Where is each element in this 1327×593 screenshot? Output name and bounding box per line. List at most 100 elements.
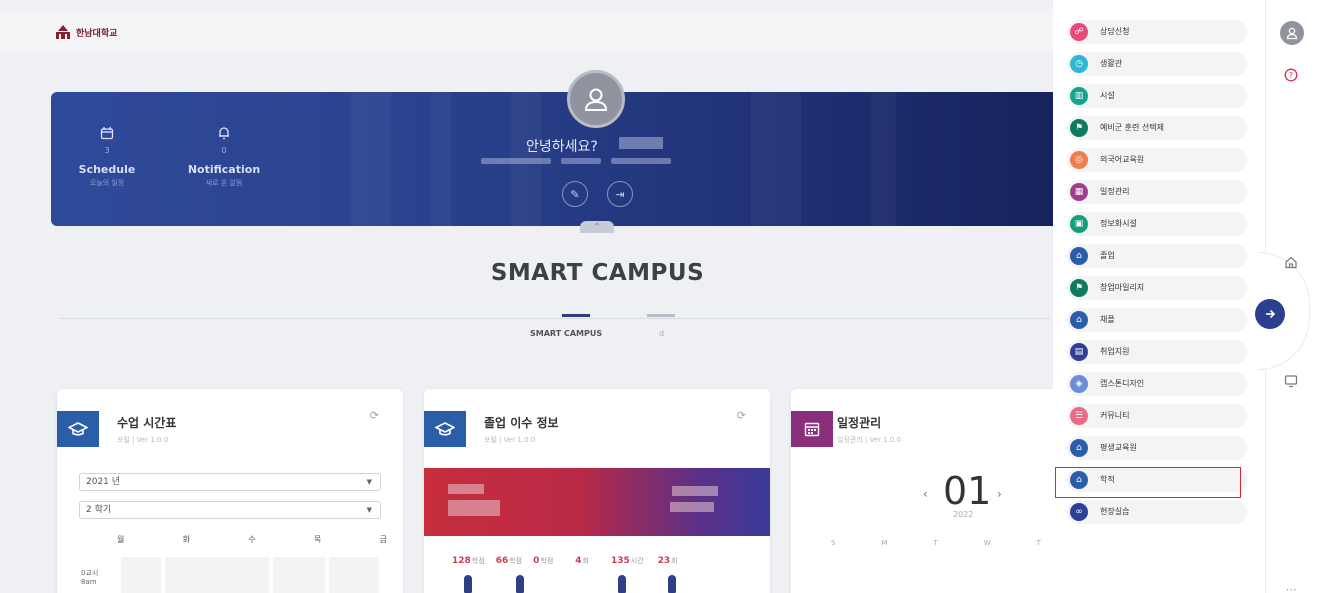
menu-item[interactable]: ⚑ 창업마일리지	[1067, 276, 1247, 300]
schedule-widget[interactable]: 3 Schedule 오늘의 일정	[77, 126, 137, 188]
weekday-label: M	[881, 539, 888, 547]
menu-item-label: 예비군 훈련 선택제	[1100, 123, 1164, 132]
building-icon: ▥	[1070, 87, 1088, 105]
tab-indicator	[647, 314, 675, 317]
logout-button[interactable]: ⇥	[607, 181, 633, 207]
menu-item[interactable]: ◎ 외국어교육원	[1067, 148, 1247, 172]
progress-pill	[464, 575, 472, 593]
progress-pill	[618, 575, 626, 593]
menu-item[interactable]: ☰ 커뮤니티	[1067, 404, 1247, 428]
notification-widget[interactable]: 0 Notification 새로 온 알림	[186, 126, 262, 188]
pencil-icon: ✎	[570, 187, 580, 201]
refresh-icon[interactable]: ⟳	[370, 409, 379, 422]
help-icon[interactable]: ?	[1280, 64, 1302, 86]
redacted-text	[448, 484, 484, 494]
stat-value: 23회	[657, 556, 678, 566]
timetable-cell[interactable]	[273, 557, 325, 593]
menu-item[interactable]: ◈ 캡스톤디자인	[1067, 372, 1247, 396]
more-icon[interactable]: ⋯	[1280, 578, 1302, 593]
term-select-value: 2 학기	[86, 505, 112, 515]
weekday-label: T	[1036, 539, 1041, 547]
period-label: 0교시 8am	[81, 569, 98, 587]
menu-item[interactable]: ⌂ 평생교육원	[1067, 436, 1247, 460]
arrow-right-icon[interactable]	[1255, 299, 1285, 329]
calendar-day: 01	[943, 469, 992, 513]
monitor-icon[interactable]	[1280, 370, 1302, 392]
stat-value: 66학점	[495, 556, 523, 566]
timetable-version: 포털 | Ver 1.0.0	[117, 436, 169, 444]
menu-item-label: 정보화시설	[1100, 219, 1137, 228]
menu-item-label: 일정관리	[1100, 187, 1130, 196]
progress-pill	[516, 575, 524, 593]
graduation-title: 졸업 이수 정보	[484, 416, 559, 430]
timetable-cell[interactable]	[165, 557, 269, 593]
clock-icon: ◷	[1070, 55, 1088, 73]
menu-item[interactable]: ∞ 현장실습	[1067, 500, 1247, 524]
schedule-card-version: 일정관리 | Ver 1.0.0	[837, 436, 902, 444]
term-select[interactable]: 2 학기 ▼	[79, 501, 381, 519]
period-number: 0교시	[81, 569, 99, 577]
menu-item[interactable]: ▦ 일정관리	[1067, 180, 1247, 204]
year-select[interactable]: 2021 년 ▼	[79, 473, 381, 491]
menu-item-label: 현장실습	[1100, 507, 1130, 516]
menu-item[interactable]: ▣ 정보화시설	[1067, 212, 1247, 236]
flag-icon: ⚑	[1070, 119, 1088, 137]
monitor-icon: ▣	[1070, 215, 1088, 233]
year-select-value: 2021 년	[86, 477, 121, 487]
profile-avatar[interactable]	[567, 70, 625, 128]
weekday-label: 수	[248, 535, 256, 544]
weekday-label: 금	[379, 535, 387, 544]
user-icon[interactable]	[1280, 21, 1304, 45]
main-area: 한남대학교 3 Schedule 오늘의 일정 0 Notification 새…	[0, 0, 1053, 593]
chevron-down-icon: ▼	[366, 478, 372, 486]
graduation-cap-icon	[57, 411, 99, 447]
highlight-box	[1055, 467, 1241, 498]
tab-indicator-active	[562, 314, 590, 317]
weekday-label: W	[983, 539, 991, 547]
menu-item[interactable]: ⌂ 채플	[1067, 308, 1247, 332]
menu-item-label: 외국어교육원	[1100, 155, 1145, 164]
graduation-cap-icon	[424, 411, 466, 447]
timetable-cell[interactable]	[121, 557, 161, 593]
redacted-text	[672, 486, 718, 496]
menu-item[interactable]: ⚑ 예비군 훈련 선택제	[1067, 116, 1247, 140]
menu-item-label: 상담신청	[1100, 27, 1130, 36]
hero-banner: 3 Schedule 오늘의 일정 0 Notification 새로 온 알림…	[51, 92, 1053, 226]
menu-item-label: 캡스톤디자인	[1100, 379, 1145, 388]
menu-item[interactable]: ◷ 생활관	[1067, 52, 1247, 76]
right-rail: ? ⋯	[1258, 0, 1327, 593]
collapse-hero-button[interactable]: ⌃	[580, 221, 614, 233]
notification-title: Notification	[187, 163, 261, 176]
graduation-version: 포털 | Ver 1.0.0	[484, 436, 536, 444]
menu-item[interactable]: ⌂ 졸업	[1067, 244, 1247, 268]
menu-item[interactable]: ▤ 취업지원	[1067, 340, 1247, 364]
timetable-card: 수업 시간표 포털 | Ver 1.0.0 ⟳ 2021 년 ▼ 2 학기 ▼ …	[57, 389, 403, 593]
edit-profile-button[interactable]: ✎	[562, 181, 588, 207]
menu-item[interactable]: ☍ 상담신청	[1067, 20, 1247, 44]
menu-item-label: 커뮤니티	[1100, 411, 1130, 420]
calendar-prev-button[interactable]: ‹	[923, 487, 928, 501]
chat-icon: ☰	[1070, 407, 1088, 425]
target-icon: ◎	[1070, 151, 1088, 169]
graduation-stats: 128학점 66학점 0학점 4회 135시간 23회	[452, 556, 678, 566]
refresh-icon[interactable]: ⟳	[737, 409, 746, 422]
menu-item-label: 졸업	[1100, 251, 1115, 260]
logo-mark-icon	[54, 24, 72, 40]
calendar-next-button[interactable]: ›	[997, 487, 1002, 501]
stat-value: 0학점	[533, 556, 554, 566]
timetable-cell[interactable]	[329, 557, 379, 593]
svg-text:?: ?	[1289, 71, 1293, 80]
menu-item[interactable]: ▥ 시설	[1067, 84, 1247, 108]
bell-icon	[186, 126, 262, 144]
tab-smart-campus[interactable]: SMART CAMPUS	[530, 329, 602, 338]
briefcase-icon: ▤	[1070, 343, 1088, 361]
tab-d[interactable]: d	[659, 329, 664, 338]
calendar-weekdays: S M T W T F	[831, 539, 1053, 547]
menu-item-label: 창업마일리지	[1100, 283, 1145, 292]
home-icon[interactable]	[1280, 251, 1302, 273]
redacted-text	[670, 502, 714, 512]
university-logo[interactable]: 한남대학교	[54, 24, 117, 40]
user-name-redacted	[619, 137, 663, 149]
menu-item-label: 시설	[1100, 91, 1115, 100]
redacted-text	[448, 500, 500, 516]
